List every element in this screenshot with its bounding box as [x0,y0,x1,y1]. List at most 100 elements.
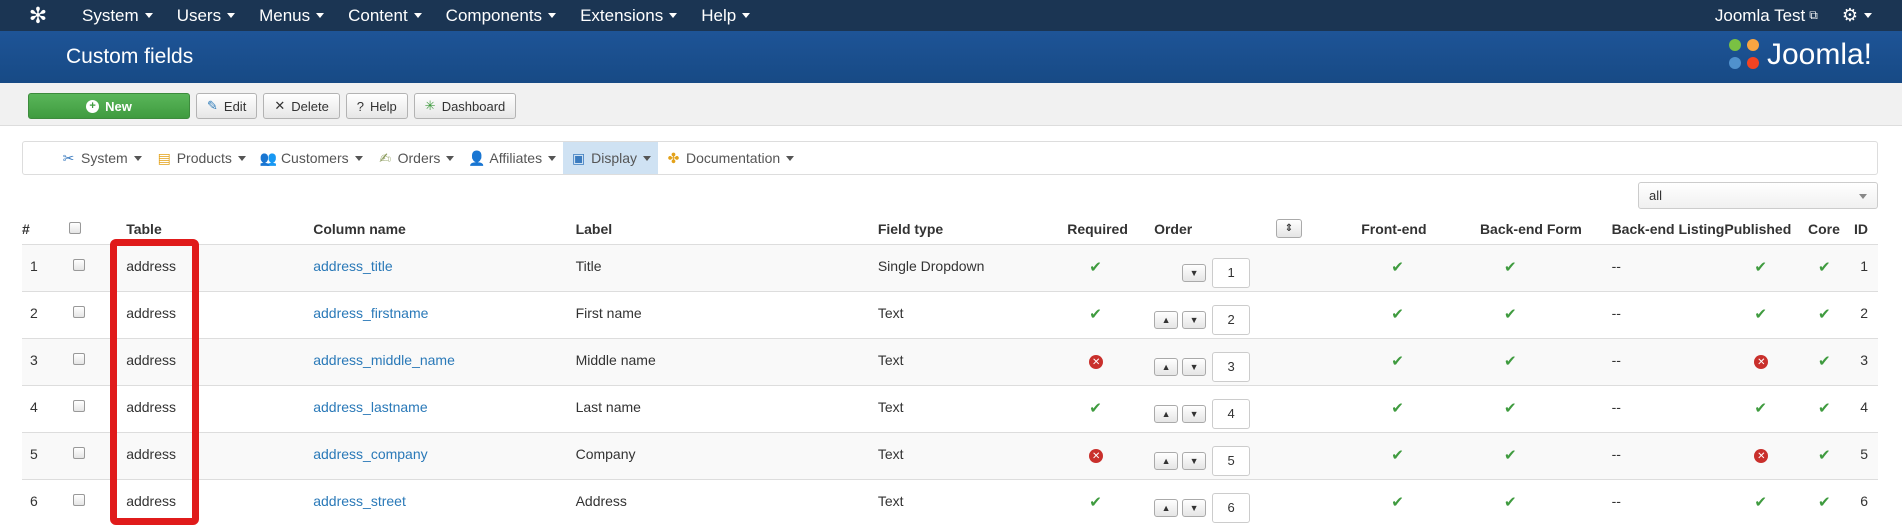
col-backend-form-header[interactable]: Back-end Form [1479,214,1612,245]
move-down-button[interactable]: ▼ [1182,310,1207,329]
required-check-icon[interactable]: ✔ [1089,259,1102,276]
submenu-affiliates[interactable]: 👤 Affiliates [461,142,563,174]
row-label: First name [575,290,878,338]
row-checkbox[interactable] [73,446,86,459]
col-required-header[interactable]: Required [1067,214,1155,245]
move-down-button[interactable]: ▼ [1182,263,1207,282]
move-down-button[interactable]: ▼ [1182,404,1207,423]
submenu-display[interactable]: ▣ Display [563,142,658,174]
menu-users[interactable]: Users [165,0,247,31]
row-column-name-link[interactable]: address_street [313,493,406,509]
core-check-icon[interactable]: ✔ [1818,353,1831,370]
submenu-orders[interactable]: ✍ Orders [370,142,462,174]
published-check-icon[interactable]: ✔ [1754,494,1767,511]
move-up-button[interactable]: ▲ [1154,357,1179,376]
move-up-button[interactable]: ▲ [1154,404,1179,423]
submenu-products[interactable]: ▤ Products [149,142,253,174]
required-error-icon[interactable]: ✕ [1089,449,1104,463]
move-up-button[interactable]: ▲ [1154,310,1179,329]
required-error-icon[interactable]: ✕ [1089,355,1104,369]
move-down-button[interactable]: ▼ [1182,357,1207,376]
backend-form-check-icon[interactable]: ✔ [1504,306,1517,323]
core-check-icon[interactable]: ✔ [1818,494,1831,511]
move-down-button[interactable]: ▼ [1182,451,1207,470]
frontend-check-icon[interactable]: ✔ [1391,259,1404,276]
published-check-icon[interactable]: ✔ [1754,259,1767,276]
move-up-button[interactable]: ▲ [1154,498,1179,517]
dashboard-button[interactable]: ✳ Dashboard [413,93,517,119]
row-checkbox[interactable] [73,305,86,318]
frontend-check-icon[interactable]: ✔ [1391,306,1404,323]
site-link[interactable]: Joomla Test ⧉ [1701,6,1832,26]
backend-form-check-icon[interactable]: ✔ [1504,400,1517,417]
order-input[interactable]: 3 [1212,351,1251,382]
col-backend-listing-header[interactable]: Back-end Listing [1611,214,1725,245]
core-check-icon[interactable]: ✔ [1818,447,1831,464]
published-check-icon[interactable]: ✔ [1754,400,1767,417]
frontend-check-icon[interactable]: ✔ [1391,494,1404,511]
menu-content[interactable]: Content [336,0,434,31]
col-frontend-header[interactable]: Front-end [1361,214,1480,245]
row-checkbox[interactable] [73,258,86,271]
menu-help[interactable]: Help [689,0,762,31]
row-checkbox[interactable] [73,399,86,412]
backend-form-check-icon[interactable]: ✔ [1504,259,1517,276]
col-label-header[interactable]: Label [575,214,878,245]
help-button-label: Help [370,98,397,114]
published-error-icon[interactable]: ✕ [1754,355,1769,369]
menu-menus[interactable]: Menus [247,0,336,31]
order-input[interactable]: 2 [1212,304,1251,335]
menu-extensions[interactable]: Extensions [568,0,689,31]
core-check-icon[interactable]: ✔ [1818,259,1831,276]
frontend-check-icon[interactable]: ✔ [1391,353,1404,370]
backend-form-check-icon[interactable]: ✔ [1504,353,1517,370]
menu-components[interactable]: Components [434,0,568,31]
move-down-button[interactable]: ▼ [1182,498,1207,517]
col-field-type-header[interactable]: Field type [877,214,1068,245]
submenu-documentation[interactable]: ✤ Documentation [658,142,801,174]
published-check-icon[interactable]: ✔ [1754,306,1767,323]
core-check-icon[interactable]: ✔ [1818,400,1831,417]
edit-button[interactable]: ✎ Edit [196,93,258,119]
backend-form-check-icon[interactable]: ✔ [1504,447,1517,464]
col-core-header[interactable]: Core [1808,214,1854,245]
delete-button[interactable]: ✕ Delete [263,93,340,119]
select-all-checkbox[interactable] [69,221,82,234]
frontend-check-icon[interactable]: ✔ [1391,400,1404,417]
row-column-name-link[interactable]: address_lastname [313,399,427,415]
user-menu[interactable]: ⚙ [1832,5,1902,26]
save-order-button[interactable]: ⇕ [1275,219,1302,239]
core-check-icon[interactable]: ✔ [1818,306,1831,323]
menu-system[interactable]: System [70,0,165,31]
help-button[interactable]: ? Help [345,93,408,119]
joomla-logo-icon[interactable]: ✻ [24,2,52,30]
order-input[interactable]: 6 [1212,492,1251,523]
published-error-icon[interactable]: ✕ [1754,449,1769,463]
order-input[interactable]: 1 [1212,257,1251,288]
col-table-header[interactable]: Table [126,214,314,245]
order-input[interactable]: 5 [1212,445,1251,476]
filter-select[interactable]: all [1638,182,1878,209]
required-check-icon[interactable]: ✔ [1089,306,1102,323]
required-check-icon[interactable]: ✔ [1089,494,1102,511]
chevron-down-icon [742,13,751,18]
row-field-type: Text [877,478,1068,526]
backend-form-check-icon[interactable]: ✔ [1504,494,1517,511]
row-column-name-link[interactable]: address_title [313,258,392,274]
col-published-header[interactable]: Published [1724,214,1809,245]
col-order-header[interactable]: Order [1154,214,1276,245]
row-checkbox[interactable] [73,493,86,506]
submenu-customers[interactable]: 👥 Customers [253,142,370,174]
move-up-button[interactable]: ▲ [1154,451,1179,470]
row-column-name-link[interactable]: address_firstname [313,305,428,321]
col-id-header[interactable]: ID [1854,214,1878,245]
required-check-icon[interactable]: ✔ [1089,400,1102,417]
new-button[interactable]: + New [28,93,190,119]
row-column-name-link[interactable]: address_middle_name [313,352,455,368]
col-column-name-header[interactable]: Column name [313,214,576,245]
row-checkbox[interactable] [73,352,86,365]
frontend-check-icon[interactable]: ✔ [1391,447,1404,464]
submenu-system[interactable]: ✂ System [53,142,149,174]
order-input[interactable]: 4 [1212,398,1251,429]
row-column-name-link[interactable]: address_company [313,446,427,462]
